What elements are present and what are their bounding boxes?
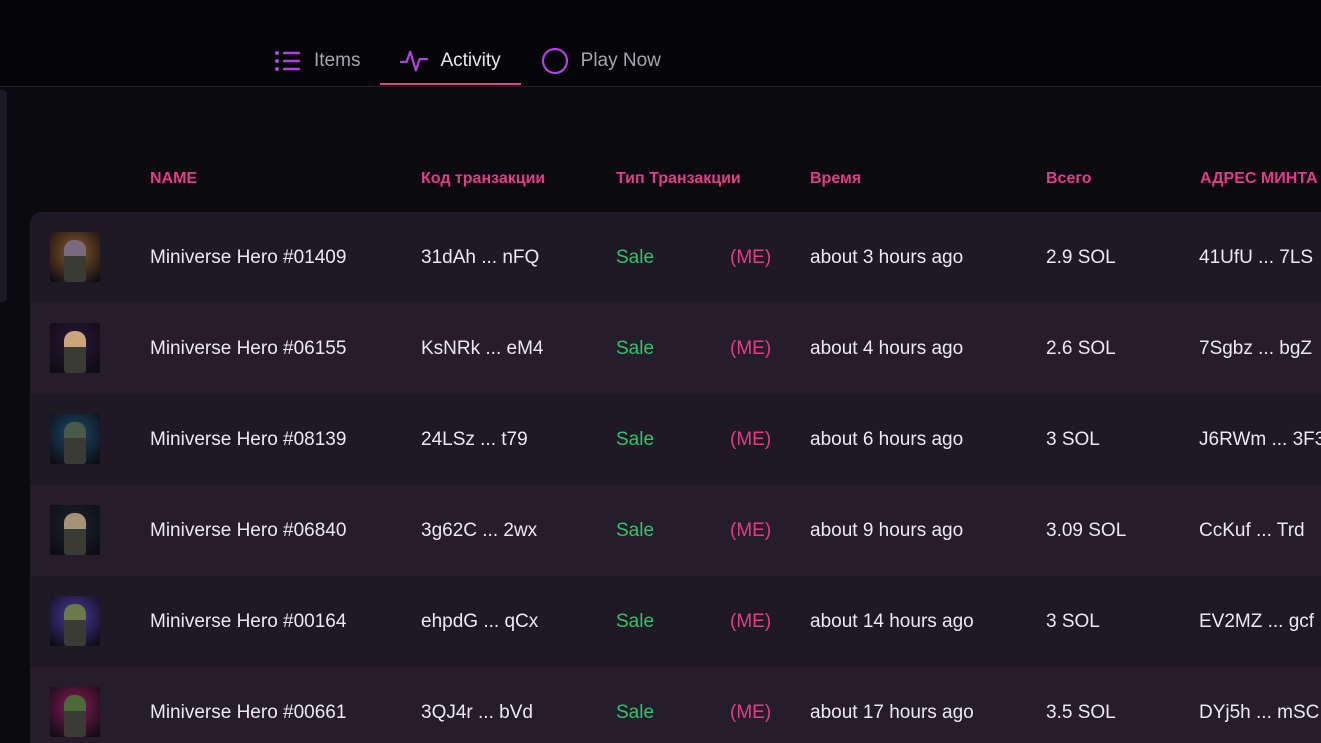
mint-address[interactable]: J6RWm ... 3F3 bbox=[1199, 394, 1321, 485]
column-header-name[interactable]: NAME bbox=[150, 170, 197, 188]
transaction-time: about 17 hours ago bbox=[810, 702, 974, 723]
tab-play-now[interactable]: Play Now bbox=[521, 38, 681, 84]
transaction-time: about 4 hours ago bbox=[810, 338, 964, 359]
transaction-code[interactable]: 3g62C ... 2wx bbox=[421, 485, 537, 576]
transaction-time: about 9 hours ago bbox=[810, 520, 964, 541]
column-header-time[interactable]: Время bbox=[810, 170, 861, 188]
transaction-total: 2.6 SOL bbox=[1046, 338, 1116, 359]
hero-figure bbox=[64, 695, 86, 737]
nft-thumbnail[interactable] bbox=[50, 687, 100, 737]
tab-bar: Items Activity Play Now bbox=[270, 38, 681, 86]
transaction-type: Sale bbox=[616, 338, 655, 359]
transaction-code[interactable]: 24LSz ... t79 bbox=[421, 394, 528, 485]
table-row[interactable]: Miniverse Hero #06155 KsNRk ... eM4 Sale… bbox=[30, 303, 1321, 394]
column-header-total[interactable]: Всего bbox=[1046, 170, 1092, 188]
table-row[interactable]: Miniverse Hero #00164 ehpdG ... qCx Sale… bbox=[30, 576, 1321, 667]
nft-thumbnail[interactable] bbox=[50, 596, 100, 646]
column-header-mint-address[interactable]: АДРЕС МИНТА bbox=[1200, 170, 1318, 188]
mint-address[interactable]: CcKuf ... Trd bbox=[1199, 485, 1305, 576]
transaction-code[interactable]: KsNRk ... eM4 bbox=[421, 303, 543, 394]
hero-figure bbox=[64, 240, 86, 282]
tab-items[interactable]: Items bbox=[270, 38, 380, 84]
marketplace-tag[interactable]: (ME) bbox=[730, 576, 771, 667]
transaction-code[interactable]: 3QJ4r ... bVd bbox=[421, 667, 533, 743]
nft-thumbnail[interactable] bbox=[50, 505, 100, 555]
circle-icon bbox=[541, 47, 569, 75]
tab-play-now-label: Play Now bbox=[580, 50, 661, 71]
mint-address[interactable]: EV2MZ ... gcf bbox=[1199, 576, 1314, 667]
tab-activity-label: Activity bbox=[440, 50, 501, 71]
table-header: NAME Код транзакции Тип Транзакции Время… bbox=[30, 170, 1321, 190]
marketplace-tag[interactable]: (ME) bbox=[730, 303, 771, 394]
mint-address[interactable]: DYj5h ... mSC bbox=[1199, 667, 1319, 743]
nft-name[interactable]: Miniverse Hero #06155 bbox=[150, 303, 346, 394]
nft-name[interactable]: Miniverse Hero #01409 bbox=[150, 212, 346, 303]
marketplace-tag[interactable]: (ME) bbox=[730, 667, 771, 743]
nft-thumbnail[interactable] bbox=[50, 323, 100, 373]
hero-figure bbox=[64, 604, 86, 646]
marketplace-tag[interactable]: (ME) bbox=[730, 485, 771, 576]
transaction-code[interactable]: ehpdG ... qCx bbox=[421, 576, 538, 667]
column-header-tx-code[interactable]: Код транзакции bbox=[421, 170, 545, 188]
table-row[interactable]: Miniverse Hero #08139 24LSz ... t79 Sale… bbox=[30, 394, 1321, 485]
transaction-type: Sale bbox=[616, 429, 655, 450]
transaction-time: about 6 hours ago bbox=[810, 429, 964, 450]
marketplace-tag[interactable]: (ME) bbox=[730, 212, 771, 303]
table-row[interactable]: Miniverse Hero #00661 3QJ4r ... bVd Sale… bbox=[30, 667, 1321, 743]
transaction-time: about 14 hours ago bbox=[810, 611, 974, 632]
transaction-total: 2.9 SOL bbox=[1046, 247, 1116, 268]
nft-thumbnail[interactable] bbox=[50, 232, 100, 282]
transaction-total: 3.5 SOL bbox=[1046, 702, 1116, 723]
mint-address[interactable]: 7Sgbz ... bgZ bbox=[1199, 303, 1312, 394]
hero-figure bbox=[64, 513, 86, 555]
mint-address[interactable]: 41UfU ... 7LS bbox=[1199, 212, 1313, 303]
nft-thumbnail[interactable] bbox=[50, 414, 100, 464]
hero-figure bbox=[64, 422, 86, 464]
nft-name[interactable]: Miniverse Hero #08139 bbox=[150, 394, 346, 485]
top-navigation-bar: Items Activity Play Now bbox=[0, 0, 1321, 87]
activity-table: Miniverse Hero #01409 31dAh ... nFQ Sale… bbox=[30, 212, 1321, 743]
tab-items-label: Items bbox=[314, 50, 361, 71]
transaction-type: Sale bbox=[616, 247, 655, 268]
table-row[interactable]: Miniverse Hero #01409 31dAh ... nFQ Sale… bbox=[30, 212, 1321, 303]
transaction-code[interactable]: 31dAh ... nFQ bbox=[421, 212, 539, 303]
transaction-type: Sale bbox=[616, 702, 655, 723]
nft-name[interactable]: Miniverse Hero #06840 bbox=[150, 485, 346, 576]
transaction-time: about 3 hours ago bbox=[810, 247, 964, 268]
hero-figure bbox=[64, 331, 86, 373]
list-icon bbox=[274, 47, 302, 75]
side-panel-edge bbox=[0, 90, 7, 302]
marketplace-tag[interactable]: (ME) bbox=[730, 394, 771, 485]
nft-name[interactable]: Miniverse Hero #00164 bbox=[150, 576, 346, 667]
transaction-total: 3.09 SOL bbox=[1046, 520, 1127, 541]
transaction-type: Sale bbox=[616, 611, 655, 632]
nft-name[interactable]: Miniverse Hero #00661 bbox=[150, 667, 346, 743]
transaction-total: 3 SOL bbox=[1046, 611, 1100, 632]
table-row[interactable]: Miniverse Hero #06840 3g62C ... 2wx Sale… bbox=[30, 485, 1321, 576]
transaction-total: 3 SOL bbox=[1046, 429, 1100, 450]
activity-icon bbox=[400, 47, 429, 75]
transaction-type: Sale bbox=[616, 520, 655, 541]
tab-activity[interactable]: Activity bbox=[380, 38, 521, 85]
column-header-tx-type[interactable]: Тип Транзакции bbox=[616, 170, 741, 188]
